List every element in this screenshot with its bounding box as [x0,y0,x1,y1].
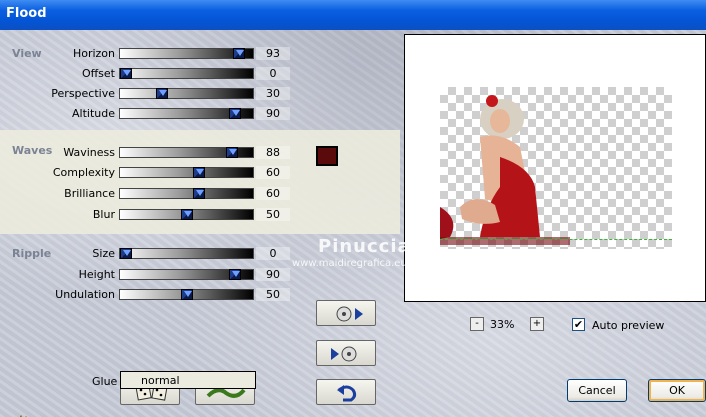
size-label: Size [92,247,115,260]
undulation-slider[interactable] [119,289,254,300]
slider-thumb[interactable] [120,68,132,79]
ok-button[interactable]: OK [648,379,706,402]
auto-preview-checkbox[interactable]: ✔ [572,318,585,331]
perspective-value[interactable]: 30 [256,87,290,100]
undulation-label: Undulation [55,288,115,301]
glue-label: Glue [92,375,118,388]
zoom-level: 33% [490,318,515,331]
cancel-button[interactable]: Cancel [567,379,627,402]
offset-value[interactable]: 0 [256,67,290,80]
height-label: Height [78,268,115,281]
waviness-slider[interactable] [119,147,254,158]
watermark-name: Pinuccia [318,236,411,257]
play-left-icon [331,346,357,362]
brilliance-value[interactable]: 60 [256,187,290,200]
glue-select[interactable]: normal [120,371,256,389]
horizon-label: Horizon [72,47,115,60]
reset-button[interactable] [316,379,376,405]
size-value[interactable]: 0 [256,247,290,260]
offset-slider[interactable] [119,68,254,79]
watermark-url: www.maidiregrafica.eu [292,258,407,269]
slider-thumb[interactable] [226,147,239,158]
zoom-out-button[interactable]: - [470,317,484,331]
blur-value[interactable]: 50 [256,208,290,221]
altitude-label: Altitude [72,107,115,120]
complexity-label: Complexity [52,166,115,179]
height-slider[interactable] [119,269,254,280]
slider-thumb[interactable] [228,108,241,119]
undulation-value[interactable]: 50 [256,288,290,301]
slider-thumb[interactable] [192,188,205,199]
horizon-slider[interactable] [119,48,254,59]
zoom-in-button[interactable]: + [530,317,544,331]
horizon-value[interactable]: 93 [256,47,290,60]
waviness-value[interactable]: 88 [256,146,290,159]
blur-label: Blur [92,208,115,221]
perspective-slider[interactable] [119,88,254,99]
offset-label: Offset [81,67,115,80]
reset-arrow-icon [337,385,357,402]
slider-thumb[interactable] [180,289,193,300]
brilliance-label: Brilliance [64,187,115,200]
slider-thumb[interactable] [232,48,245,59]
preview-figure [440,95,570,245]
complexity-slider[interactable] [119,167,254,178]
brilliance-slider[interactable] [119,188,254,199]
preview-canvas[interactable] [440,87,672,249]
horizon-guide-line [440,239,672,240]
altitude-value[interactable]: 90 [256,107,290,120]
altitude-slider[interactable] [119,108,254,119]
dialog-client: View Waves Ripple Horizon 93 Offset 0 Pe… [0,30,706,417]
slider-thumb[interactable] [156,88,169,99]
complexity-value[interactable]: 60 [256,166,290,179]
waviness-label: Waviness [63,146,115,159]
height-value[interactable]: 90 [256,268,290,281]
preview-panel[interactable] [404,34,706,302]
wave-color-swatch[interactable] [316,146,338,166]
slider-thumb[interactable] [192,167,205,178]
slider-thumb[interactable] [180,209,193,220]
window-title: Flood [6,6,47,21]
perspective-label: Perspective [51,87,115,100]
title-bar: Flood [0,0,706,30]
play-right-button[interactable] [316,300,376,326]
play-left-button[interactable] [316,340,376,366]
auto-preview-label: Auto preview [592,319,665,332]
slider-thumb[interactable] [120,248,132,259]
slider-thumb[interactable] [228,269,241,280]
play-right-icon [336,306,363,322]
blur-slider[interactable] [119,209,254,220]
size-slider[interactable] [119,248,254,259]
